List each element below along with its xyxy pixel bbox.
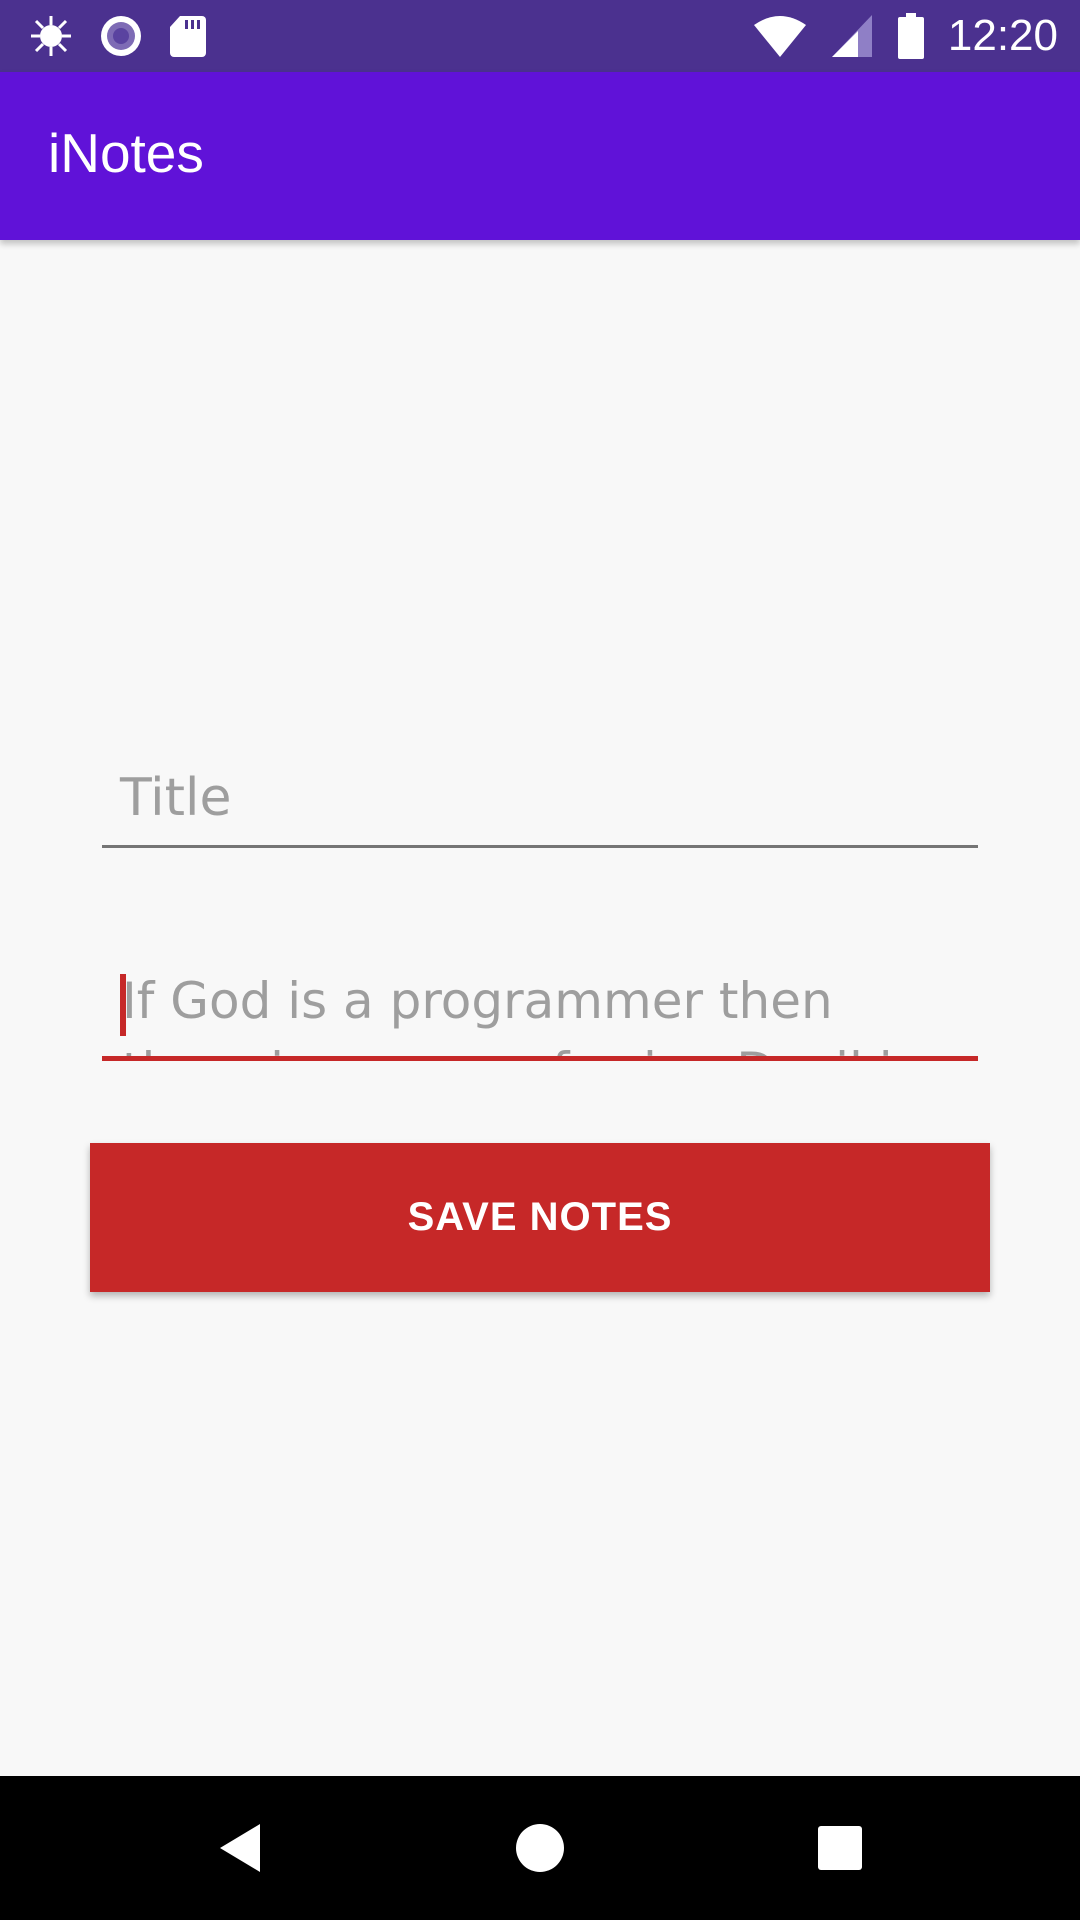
save-notes-button[interactable]: SAVE NOTES: [90, 1143, 990, 1292]
note-input[interactable]: If God is a programmer then there is no …: [122, 966, 972, 1056]
navigation-bar: [0, 1776, 1080, 1920]
title-field[interactable]: Title: [102, 752, 978, 848]
note-field[interactable]: If God is a programmer then there is no …: [102, 950, 978, 1061]
status-bar: 12:20: [0, 0, 1080, 72]
app-title: iNotes: [48, 122, 204, 184]
recents-icon[interactable]: [812, 1820, 868, 1876]
sd-card-icon: [170, 16, 206, 57]
status-time: 12:20: [947, 11, 1058, 60]
title-placeholder[interactable]: Title: [120, 768, 231, 828]
battery-icon: [897, 13, 924, 59]
cellular-signal-icon: [831, 15, 872, 57]
status-left-icons: [28, 12, 208, 60]
bug-icon: [31, 16, 71, 56]
app-bar: iNotes: [0, 72, 1080, 240]
wifi-icon: [753, 16, 806, 57]
status-right-icons: 12:20: [752, 10, 1058, 62]
circle-target-icon: [101, 16, 141, 56]
home-icon[interactable]: [512, 1820, 568, 1876]
back-icon[interactable]: [214, 1820, 270, 1876]
